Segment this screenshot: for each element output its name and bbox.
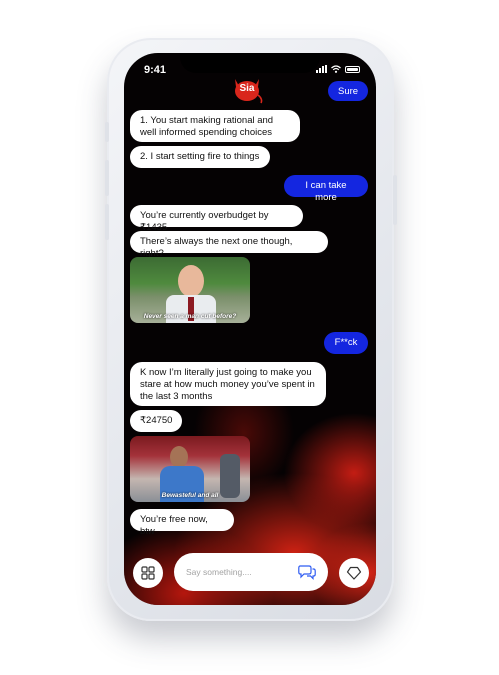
message-bot: There’s always the next one though, righ…: [130, 231, 328, 259]
gif-face: [178, 265, 204, 297]
input-placeholder: Say something....: [186, 567, 252, 577]
power-button: [393, 175, 397, 225]
grid-icon: [141, 566, 155, 580]
favorite-button[interactable]: [339, 558, 369, 588]
message-user: I can take more: [284, 175, 368, 203]
gif-caption: Never seen a man cut before?: [143, 313, 237, 320]
battery-icon: [345, 65, 360, 73]
status-icons: [316, 65, 360, 73]
gif-message[interactable]: Bewasteful and all: [130, 436, 250, 502]
message-bot: 1. You start making rational and well in…: [130, 110, 300, 142]
chat-bubbles-icon[interactable]: [298, 564, 316, 580]
status-time: 9:41: [144, 64, 167, 76]
volume-up-button: [105, 160, 109, 196]
heart-icon: [346, 566, 362, 580]
signal-icon: [316, 65, 327, 73]
gif-message[interactable]: Never seen a man cut before?: [130, 257, 250, 323]
gif-caption: Bewasteful and all: [161, 492, 219, 499]
message-user: Sure: [328, 81, 368, 101]
notch: [180, 53, 320, 73]
message-bot: ₹24750: [130, 410, 182, 432]
gif-face: [170, 446, 188, 468]
sia-logo: Sia: [230, 75, 264, 105]
message-bot: 2. I start setting fire to things: [130, 146, 270, 168]
mute-switch: [105, 122, 109, 142]
message-bot: You’re currently overbudget by ₹1435: [130, 205, 303, 233]
wifi-icon: [331, 65, 341, 73]
message-bot: You’re free now, btw: [130, 509, 234, 537]
message-bot: K now I’m literally just going to make y…: [130, 362, 326, 406]
menu-button[interactable]: [133, 558, 163, 588]
chat-screen: 9:41 Sia Sure 1. You start making ration…: [124, 53, 376, 605]
volume-down-button: [105, 204, 109, 240]
message-user: F**ck: [324, 332, 368, 354]
message-input[interactable]: Say something....: [174, 553, 328, 591]
logo-text: Sia: [239, 83, 255, 94]
